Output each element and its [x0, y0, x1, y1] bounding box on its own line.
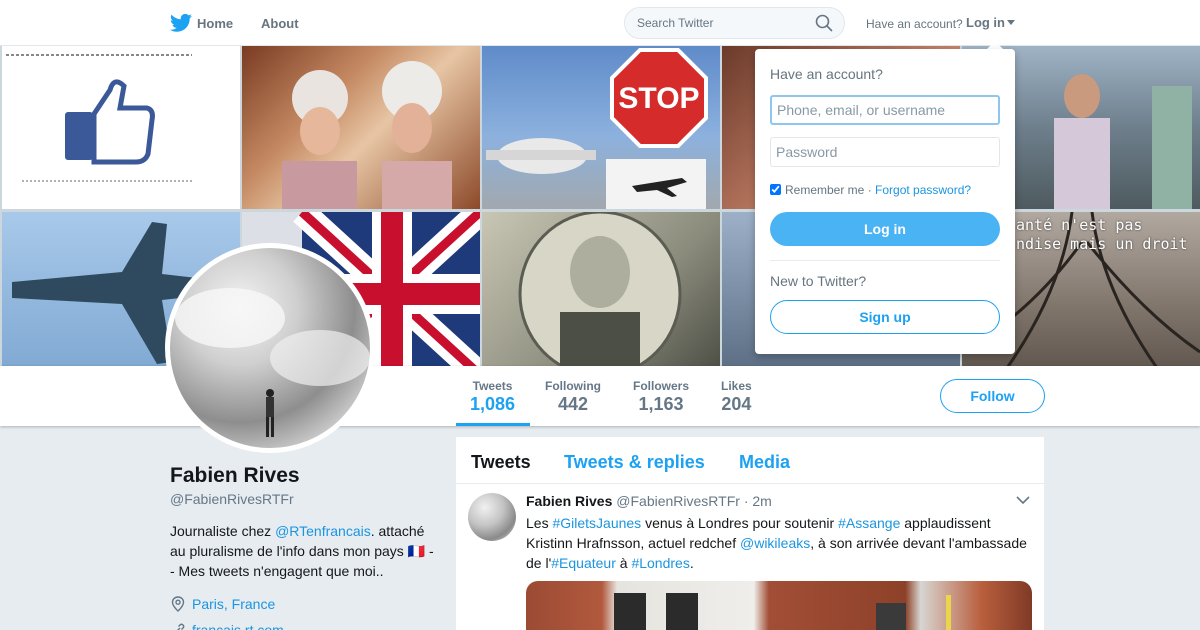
- follow-button[interactable]: Follow: [940, 379, 1045, 413]
- thumbs-up-icon: [6, 54, 192, 182]
- tweet-separator: ·: [743, 493, 749, 509]
- remember-separator: ·: [864, 183, 876, 197]
- profile-location[interactable]: Paris, France: [170, 596, 275, 612]
- tweet-author-handle[interactable]: @FabienRivesRTFr: [616, 493, 740, 509]
- search-input[interactable]: [624, 7, 845, 39]
- svg-text:STOP: STOP: [618, 82, 699, 115]
- signup-button[interactable]: Sign up: [770, 300, 1000, 334]
- profile-website-label: francais.rt.com: [192, 622, 284, 630]
- banner-image-thumbs-up: [2, 46, 240, 209]
- stat-tweets-value: 1,086: [470, 394, 516, 414]
- profile-name: Fabien Rives: [170, 464, 300, 487]
- tweet-timestamp[interactable]: 2m: [752, 493, 771, 509]
- chevron-down-icon[interactable]: [1016, 495, 1030, 505]
- location-pin-icon: [171, 596, 185, 612]
- bio-text-prefix: Journaliste chez: [170, 523, 276, 539]
- login-dropdown-toggle[interactable]: Log in: [966, 15, 1015, 30]
- banner-caption-line-2: ndise mais un droit: [1016, 235, 1188, 253]
- tweet-text: Les #GiletsJaunes venus à Londres pour s…: [526, 513, 1034, 573]
- dropdown-divider: [770, 260, 1000, 261]
- password-field[interactable]: [770, 137, 1000, 167]
- tweet-header: Fabien Rives @FabienRivesRTFr · 2m: [526, 493, 772, 509]
- stat-tweets-label: Tweets: [472, 379, 513, 393]
- profile-location-label: Paris, France: [192, 596, 276, 612]
- banner-image-dollar-bill: [482, 212, 720, 366]
- timeline: Tweets Tweets & replies Media Fabien Riv…: [456, 437, 1044, 630]
- banner-caption: anté n'est pas ndise mais un droit: [1016, 216, 1188, 254]
- hashtag-link[interactable]: #Equateur: [551, 555, 616, 571]
- stat-followers-value: 1,163: [638, 394, 684, 414]
- stat-following-label: Following: [545, 379, 601, 393]
- login-link-label: Log in: [966, 15, 1005, 30]
- tab-tweets[interactable]: Tweets: [471, 452, 531, 473]
- tweet-text-part: .: [689, 555, 694, 571]
- profile-bio: Journaliste chez @RTenfrancais. attaché …: [170, 521, 438, 581]
- username-field[interactable]: [770, 95, 1000, 125]
- tweet-media-image[interactable]: [526, 581, 1032, 630]
- stat-likes-label: Likes: [721, 379, 752, 393]
- have-account-text: Have an account?: [866, 17, 963, 31]
- link-icon: [177, 623, 185, 630]
- tab-media[interactable]: Media: [739, 452, 790, 473]
- profile-website[interactable]: francais.rt.com: [170, 622, 284, 630]
- nav-about-link[interactable]: About: [261, 16, 299, 31]
- tweet[interactable]: Fabien Rives @FabienRivesRTFr · 2m Les #…: [456, 485, 1044, 630]
- tweet-text-part: venus à Londres pour soutenir: [641, 515, 839, 531]
- top-navigation: Home About Have an account? Log in: [0, 0, 1200, 46]
- stat-likes-value: 204: [721, 394, 752, 414]
- tweet-text-part: Les: [526, 515, 553, 531]
- profile-handle: @FabienRivesRTFr: [170, 491, 294, 507]
- banner-caption-line-1: anté n'est pas: [1016, 216, 1143, 234]
- login-button[interactable]: Log in: [770, 212, 1000, 246]
- stat-likes[interactable]: Likes 204: [721, 379, 752, 415]
- hashtag-link[interactable]: #Assange: [838, 515, 900, 531]
- tweet-text-part: à: [615, 555, 632, 571]
- stat-following-value: 442: [557, 394, 589, 414]
- nav-home-link[interactable]: Home: [197, 16, 233, 31]
- bio-mention-link[interactable]: @RTenfrancais: [275, 523, 371, 539]
- banner-image-marie-antoinette: [242, 46, 480, 209]
- tweet-avatar[interactable]: [468, 493, 516, 541]
- active-stat-indicator: [456, 423, 530, 426]
- timeline-tabs: Tweets Tweets & replies Media: [456, 437, 1044, 484]
- remember-me-row: Remember me · Forgot password?: [770, 183, 971, 197]
- search-icon[interactable]: [815, 14, 833, 32]
- tweet-author-name[interactable]: Fabien Rives: [526, 493, 612, 509]
- login-dropdown: Have an account? Remember me · Forgot pa…: [755, 49, 1015, 354]
- stat-tweets[interactable]: Tweets 1,086: [470, 379, 515, 415]
- remember-me-label[interactable]: Remember me: [785, 183, 864, 197]
- remember-me-checkbox[interactable]: [770, 184, 781, 195]
- banner-image-stop-plane: STOP: [482, 46, 720, 209]
- chevron-down-icon: [1007, 20, 1015, 25]
- forgot-password-link[interactable]: Forgot password?: [875, 183, 971, 197]
- profile-avatar[interactable]: [165, 243, 375, 453]
- dropdown-title: Have an account?: [770, 66, 883, 82]
- dropdown-arrow: [987, 41, 1003, 49]
- mention-link[interactable]: @wikileaks: [740, 535, 810, 551]
- hashtag-link[interactable]: #Londres: [631, 555, 689, 571]
- avatar-person-icon: [175, 288, 370, 437]
- stat-followers-label: Followers: [633, 379, 690, 393]
- stat-following[interactable]: Following 442: [545, 379, 601, 415]
- twitter-bird-icon[interactable]: [170, 13, 192, 33]
- hashtag-link[interactable]: #GiletsJaunes: [552, 515, 641, 531]
- tab-tweets-replies[interactable]: Tweets & replies: [564, 452, 705, 473]
- new-to-twitter-text: New to Twitter?: [770, 273, 867, 289]
- stat-followers[interactable]: Followers 1,163: [633, 379, 689, 415]
